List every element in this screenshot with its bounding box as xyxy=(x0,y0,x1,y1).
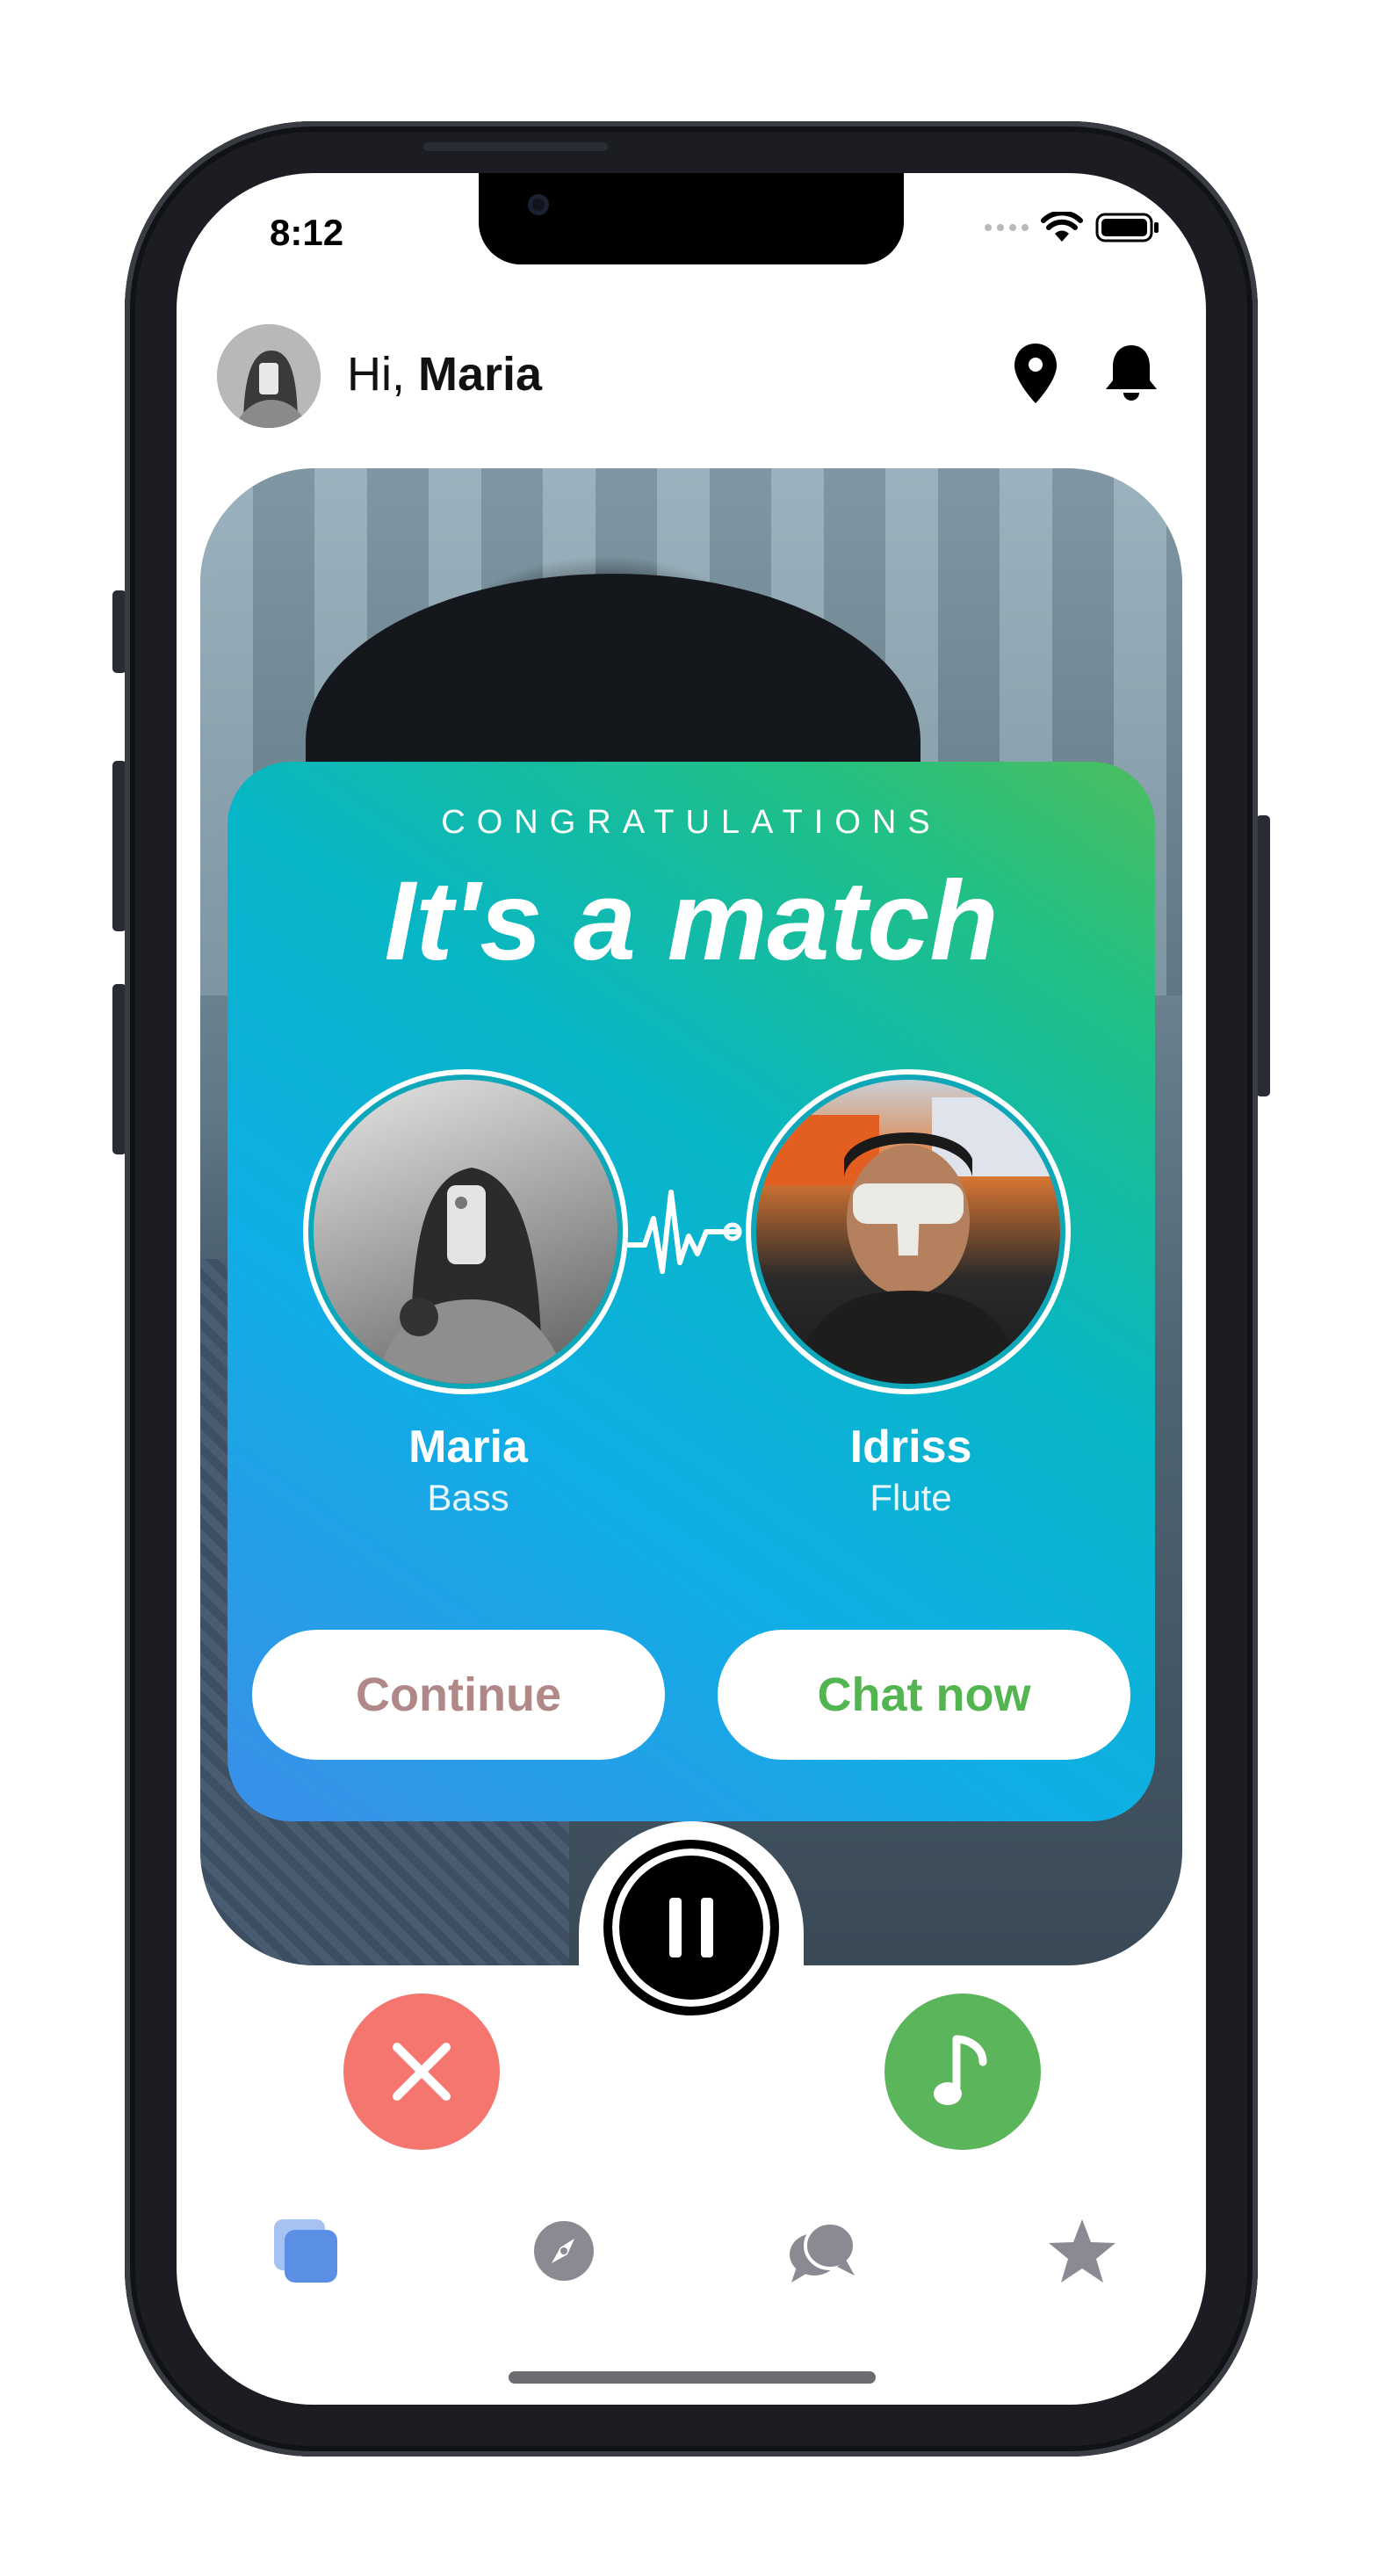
pause-icon xyxy=(701,1898,713,1957)
person-name: Maria xyxy=(408,1422,528,1473)
profile-photo xyxy=(314,1080,617,1384)
match-title: It's a match xyxy=(384,858,999,984)
battery-icon xyxy=(1095,213,1159,242)
star-icon xyxy=(1049,2219,1115,2283)
chat-now-button[interactable]: Chat now xyxy=(718,1630,1130,1760)
greeting-prefix: Hi, xyxy=(347,348,418,401)
location-pin-icon[interactable] xyxy=(1013,342,1058,405)
tab-explore[interactable] xyxy=(524,2211,603,2290)
profile-photo xyxy=(756,1080,1060,1384)
person-name: Idriss xyxy=(849,1422,972,1473)
tab-messages[interactable] xyxy=(783,2211,862,2290)
person-instrument: Bass xyxy=(427,1477,509,1518)
status-time: 8:12 xyxy=(270,212,344,253)
tab-bar xyxy=(177,2211,1206,2317)
tab-favorites[interactable] xyxy=(1043,2211,1122,2290)
pause-icon xyxy=(669,1898,682,1957)
signal-dots-icon xyxy=(985,224,1029,231)
power-button xyxy=(1256,815,1270,1096)
pause-button[interactable] xyxy=(603,1840,779,2015)
compass-icon xyxy=(534,2221,594,2281)
match-card: CONGRATULATIONS It's a match Maria Bass xyxy=(227,762,1155,1821)
match-subtitle: CONGRATULATIONS xyxy=(441,804,942,841)
avatar[interactable] xyxy=(217,324,321,428)
avatar-photo xyxy=(217,324,321,428)
profile-photo-ring xyxy=(303,1069,628,1394)
notch xyxy=(479,173,904,264)
front-camera xyxy=(528,194,549,215)
cards-icon xyxy=(274,2219,337,2283)
close-icon xyxy=(393,2043,451,2101)
app-header: Hi, Maria xyxy=(217,324,1166,431)
like-button[interactable] xyxy=(884,1994,1041,2150)
user-name: Maria xyxy=(418,348,543,401)
home-indicator[interactable] xyxy=(509,2371,876,2384)
match-person-maria: Maria Bass xyxy=(303,1069,633,1519)
match-person-idriss: Idriss Flute xyxy=(746,1069,1076,1519)
chat-bubbles-icon xyxy=(790,2221,856,2283)
greeting: Hi, Maria xyxy=(347,347,542,402)
status-icons xyxy=(985,212,1160,243)
app-screen: 8:12 Hi, Maria CONGRATULATIONS It's a ma… xyxy=(177,173,1206,2405)
continue-button[interactable]: Continue xyxy=(252,1630,665,1760)
person-instrument: Flute xyxy=(870,1477,952,1518)
dislike-button[interactable] xyxy=(343,1994,500,2150)
heartbeat-connector-icon xyxy=(627,1190,742,1274)
music-note-icon xyxy=(934,2035,987,2105)
speaker-grille xyxy=(423,142,608,151)
wifi-icon xyxy=(1041,212,1083,242)
tab-cards[interactable] xyxy=(266,2211,345,2290)
bell-icon[interactable] xyxy=(1102,342,1160,405)
profile-photo-ring xyxy=(746,1069,1071,1394)
